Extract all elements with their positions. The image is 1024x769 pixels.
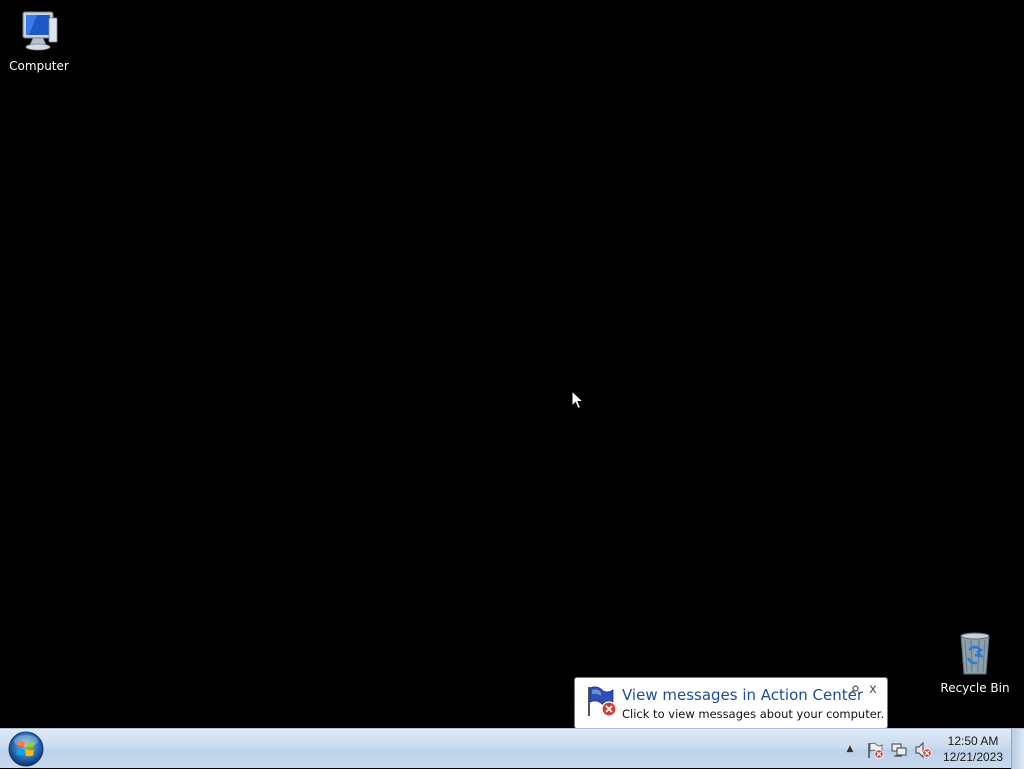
tray-overflow-chevron-icon[interactable]: ▲ [843,742,857,756]
taskbar-clock[interactable]: 12:50 AM 12/21/2023 [938,733,1008,765]
windows-start-orb-icon[interactable] [4,730,48,768]
clock-time: 12:50 AM [947,734,999,748]
notification-message: Click to view messages about your comput… [622,707,885,721]
clock-date: 12/21/2023 [942,750,1004,764]
action-center-flag-error-icon [588,686,617,717]
notification-balloon[interactable]: View messages in Action Center Click to … [574,677,888,729]
show-desktop-button[interactable] [1011,729,1024,769]
mouse-pointer-icon [571,390,585,410]
taskbar: ▲ 12:50 AM 12/21/2023 [0,728,1024,769]
action-center-icon[interactable] [866,741,884,759]
recycle-bin-icon [960,632,990,675]
desktop[interactable]: Computer Recycle Bin View messages in Ac… [0,0,1024,729]
computer-icon [22,11,58,51]
desktop-icon-computer[interactable]: Computer [0,8,78,73]
notification-title: View messages in Action Center [622,686,864,704]
close-icon[interactable]: x [866,683,880,697]
wrench-options-icon[interactable] [847,685,859,697]
desktop-icon-label: Computer [9,59,69,73]
desktop-icon-label: Recycle Bin [940,681,1010,695]
network-icon[interactable] [890,741,908,759]
desktop-icon-recycle-bin[interactable]: Recycle Bin [936,630,1014,695]
volume-muted-icon[interactable] [914,741,932,759]
